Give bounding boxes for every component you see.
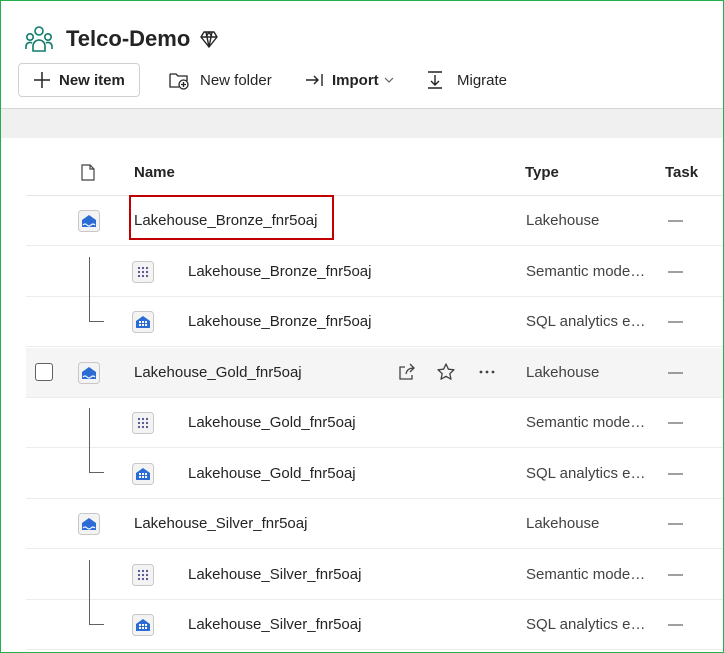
item-type: Semantic mode… (526, 566, 646, 583)
item-name[interactable]: Lakehouse_Gold_fnr5oaj (188, 414, 356, 431)
item-task: — (668, 313, 683, 330)
migrate-label: Migrate (457, 71, 508, 89)
new-item-label: New item (59, 71, 125, 89)
more-options-icon[interactable] (477, 362, 497, 382)
plus-icon (34, 72, 50, 88)
item-name[interactable]: Lakehouse_Gold_fnr5oaj (134, 364, 302, 381)
file-type-icon (81, 164, 95, 181)
item-name[interactable]: Lakehouse_Silver_fnr5oaj (188, 616, 361, 633)
premium-diamond-icon (200, 31, 218, 48)
table-row[interactable]: Lakehouse_Gold_fnr5oaj Semantic mode… — (26, 398, 724, 473)
new-item-button[interactable]: New item (18, 63, 140, 97)
new-folder-button[interactable]: New folder (168, 63, 272, 97)
import-icon (306, 74, 323, 86)
item-type: SQL analytics e… (526, 616, 646, 633)
item-type: SQL analytics e… (526, 465, 646, 482)
migrate-icon (428, 71, 442, 89)
column-header-type[interactable]: Type (525, 164, 559, 181)
item-type: Lakehouse (526, 515, 600, 532)
column-header-name[interactable]: Name (134, 164, 175, 181)
item-name[interactable]: Lakehouse_Silver_fnr5oaj (188, 566, 361, 583)
sql-endpoint-icon (132, 463, 154, 485)
column-header-task[interactable]: Task (665, 164, 698, 181)
semantic-model-icon (132, 412, 154, 434)
item-task: — (668, 616, 683, 633)
import-button[interactable]: Import (304, 63, 394, 97)
workspace-people-icon (25, 26, 53, 52)
chevron-down-icon (384, 77, 394, 83)
item-task: — (668, 263, 683, 280)
new-folder-icon (169, 73, 189, 90)
item-name[interactable]: Lakehouse_Gold_fnr5oaj (188, 465, 356, 482)
semantic-model-icon (132, 261, 154, 283)
share-icon[interactable] (397, 362, 417, 382)
new-folder-label: New folder (200, 71, 272, 89)
item-task: — (668, 212, 683, 229)
import-label: Import (332, 71, 379, 89)
table-row[interactable]: Lakehouse_Bronze_fnr5oaj SQL analytics e… (26, 297, 724, 347)
sql-endpoint-icon (132, 311, 154, 333)
item-task: — (668, 364, 683, 381)
lakehouse-icon (78, 362, 100, 384)
table-row[interactable]: Lakehouse_Silver_fnr5oaj SQL analytics e… (26, 600, 724, 650)
sql-endpoint-icon (132, 614, 154, 636)
item-name[interactable]: Lakehouse_Bronze_fnr5oaj (188, 263, 371, 280)
item-type: SQL analytics e… (526, 313, 646, 330)
workspace-title: Telco-Demo (66, 26, 191, 51)
item-name[interactable]: Lakehouse_Silver_fnr5oaj (134, 515, 307, 532)
semantic-model-icon (132, 564, 154, 586)
item-type: Semantic mode… (526, 263, 646, 280)
item-type: Lakehouse (526, 212, 600, 229)
table-row[interactable]: Lakehouse_Gold_fnr5oaj SQL analytics e… … (26, 449, 724, 499)
toolbar-divider-band (0, 108, 724, 138)
lakehouse-icon (78, 210, 100, 232)
item-task: — (668, 414, 683, 431)
table-row[interactable]: Lakehouse_Gold_fnr5oaj Lakehouse — (26, 348, 724, 398)
favorite-star-icon[interactable] (436, 362, 456, 382)
item-task: — (668, 515, 683, 532)
table-row[interactable]: Lakehouse_Silver_fnr5oaj Semantic mode… … (26, 550, 724, 625)
migrate-button[interactable]: Migrate (425, 63, 507, 97)
item-type: Semantic mode… (526, 414, 646, 431)
lakehouse-icon (78, 513, 100, 535)
item-name[interactable]: Lakehouse_Bronze_fnr5oaj (188, 313, 371, 330)
row-select-checkbox[interactable] (35, 363, 53, 381)
table-header: Name Type Task (26, 150, 724, 196)
item-type: Lakehouse (526, 364, 600, 381)
item-task: — (668, 465, 683, 482)
table-row[interactable]: Lakehouse_Silver_fnr5oaj Lakehouse — (26, 499, 724, 549)
item-task: — (668, 566, 683, 583)
highlight-box (129, 195, 334, 240)
table-row[interactable]: Lakehouse_Bronze_fnr5oaj Semantic mode… … (26, 247, 724, 322)
